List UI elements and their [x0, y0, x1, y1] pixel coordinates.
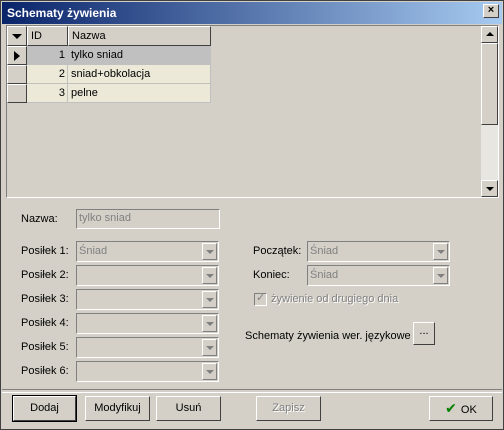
- posilek-5-label: Posiłek 5:: [21, 341, 69, 353]
- modyfikuj-button[interactable]: Modyfikuj: [85, 396, 150, 421]
- arrow-down-icon: [486, 187, 494, 191]
- koniec-select[interactable]: Śniad: [307, 265, 450, 286]
- chevron-down-icon: [437, 274, 445, 278]
- dropdown-button[interactable]: [202, 243, 217, 260]
- table-cell-id[interactable]: 3: [27, 84, 68, 103]
- scroll-thumb[interactable]: [481, 43, 498, 125]
- chevron-down-icon: [206, 250, 214, 254]
- zywienie-checkbox[interactable]: ✓: [254, 292, 267, 306]
- chevron-down-icon: [437, 250, 445, 254]
- zapisz-button[interactable]: Zapisz: [256, 396, 321, 421]
- checkmark-icon: ✓: [256, 292, 266, 304]
- window-title: Schematy żywienia: [7, 6, 117, 20]
- poczatek-select[interactable]: Śniad: [307, 241, 450, 262]
- lang-versions-label: Schematy żywienia wer. językowe: [245, 330, 411, 342]
- posilek-6-label: Posiłek 6:: [21, 365, 69, 377]
- title-bar: Schematy żywienia ×: [2, 2, 502, 24]
- ok-button[interactable]: ✔ OK: [429, 396, 493, 421]
- posilek-5-select[interactable]: [76, 337, 219, 358]
- nazwa-label: Nazwa:: [21, 213, 58, 225]
- dropdown-button[interactable]: [433, 267, 448, 284]
- posilek-4-label: Posiłek 4:: [21, 317, 69, 329]
- dropdown-button[interactable]: [202, 363, 217, 380]
- posilek-3-select[interactable]: [76, 289, 219, 310]
- grid-header-indicator: [7, 26, 27, 46]
- poczatek-value: Śniad: [310, 245, 339, 257]
- posilek-1-select[interactable]: Śniad: [76, 241, 219, 262]
- posilek-4-select[interactable]: [76, 313, 219, 334]
- checkmark-icon: ✔: [445, 400, 457, 416]
- schemes-grid: ID Nazwa 1 tylko sniad 2 sniad+obkolacja…: [6, 25, 499, 198]
- arrow-up-icon: [486, 32, 494, 36]
- chevron-down-icon: [206, 346, 214, 350]
- row-indicator[interactable]: [7, 84, 27, 103]
- current-row-arrow-icon: [14, 51, 20, 61]
- posilek-1-label: Posiłek 1:: [21, 245, 69, 257]
- dialog-window: Schematy żywienia × ID Nazwa 1 tylko sni…: [0, 0, 504, 430]
- ok-label: OK: [460, 404, 477, 416]
- scroll-up-button[interactable]: [481, 26, 498, 43]
- column-header-nazwa[interactable]: Nazwa: [68, 26, 211, 46]
- nazwa-field[interactable]: tylko sniad: [76, 209, 220, 229]
- koniec-value: Śniad: [310, 269, 339, 281]
- chevron-down-icon: [206, 370, 214, 374]
- posilek-1-value: Śniad: [79, 245, 108, 257]
- lang-versions-button[interactable]: ...: [413, 322, 435, 345]
- chevron-down-icon: [206, 298, 214, 302]
- chevron-down-icon: [206, 322, 214, 326]
- dropdown-button[interactable]: [202, 339, 217, 356]
- posilek-2-label: Posiłek 2:: [21, 269, 69, 281]
- divider: [2, 389, 502, 393]
- scroll-down-button[interactable]: [481, 180, 498, 197]
- row-indicator[interactable]: [7, 65, 27, 84]
- vertical-scrollbar[interactable]: [481, 26, 498, 197]
- dodaj-button[interactable]: Dodaj: [12, 395, 77, 422]
- table-cell-name[interactable]: sniad+obkolacja: [68, 65, 211, 84]
- koniec-label: Koniec:: [253, 269, 290, 281]
- dropdown-button[interactable]: [202, 315, 217, 332]
- posilek-2-select[interactable]: [76, 265, 219, 286]
- posilek-3-label: Posiłek 3:: [21, 293, 69, 305]
- table-cell-name[interactable]: pelne: [68, 84, 211, 103]
- chevron-down-icon: [206, 274, 214, 278]
- table-cell-id[interactable]: 1: [27, 46, 68, 65]
- row-indicator[interactable]: [7, 46, 27, 65]
- dropdown-button[interactable]: [202, 267, 217, 284]
- dropdown-button[interactable]: [202, 291, 217, 308]
- column-header-id[interactable]: ID: [27, 26, 68, 46]
- zywienie-label: żywienie od drugiego dnia: [271, 293, 399, 305]
- close-icon[interactable]: ×: [483, 4, 499, 18]
- table-cell-name[interactable]: tylko sniad: [68, 46, 211, 65]
- usun-button[interactable]: Usuń: [156, 396, 221, 421]
- posilek-6-select[interactable]: [76, 361, 219, 382]
- dropdown-arrow-icon: [12, 34, 22, 39]
- dropdown-button[interactable]: [433, 243, 448, 260]
- poczatek-label: Początek:: [253, 245, 302, 257]
- table-cell-id[interactable]: 2: [27, 65, 68, 84]
